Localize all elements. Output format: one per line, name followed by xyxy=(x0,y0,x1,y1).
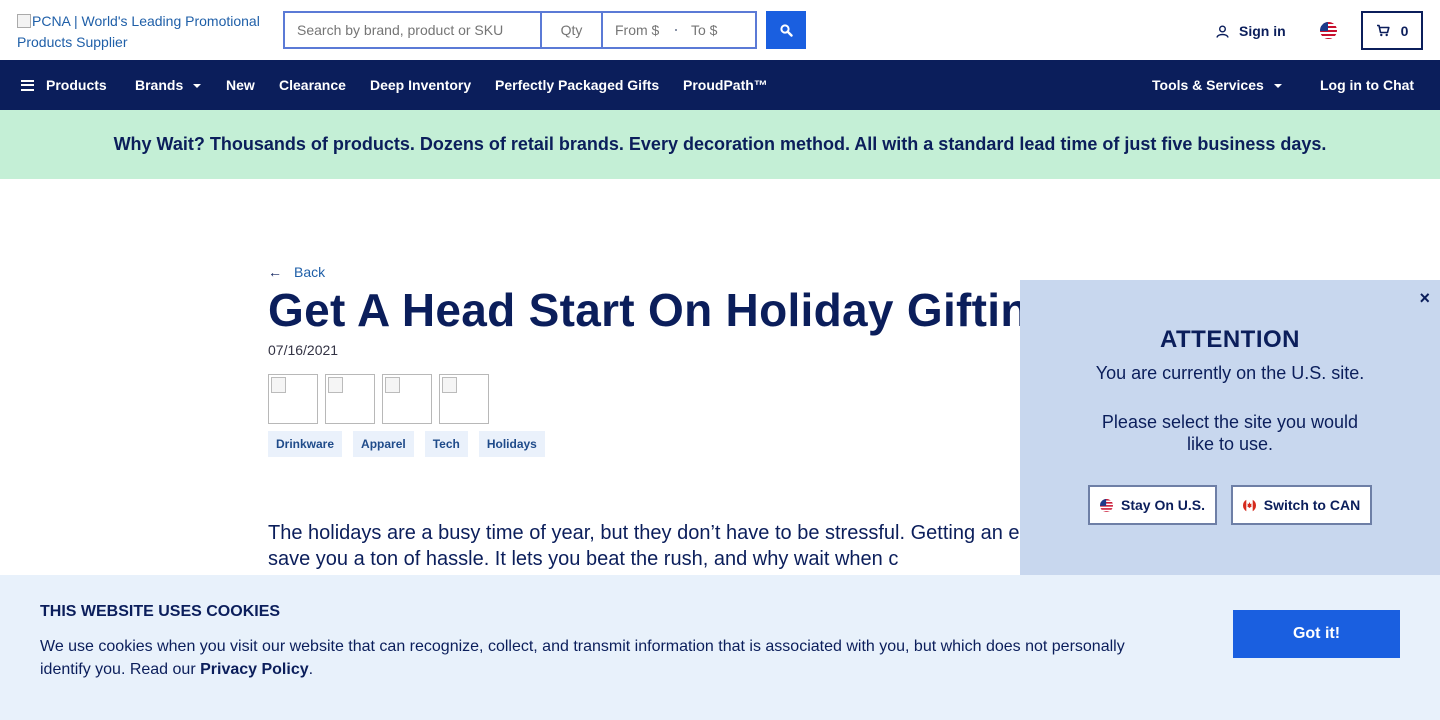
us-flag-icon xyxy=(1320,22,1337,39)
share-image-4[interactable] xyxy=(439,374,489,424)
country-selector[interactable] xyxy=(1320,22,1337,39)
cookie-text: We use cookies when you visit our websit… xyxy=(40,635,1150,681)
back-link[interactable]: ← Back xyxy=(268,264,325,280)
nav-new[interactable]: New xyxy=(226,60,255,110)
logo-alt-text: PCNA | World's Leading Promotional Produ… xyxy=(17,13,260,50)
tag-holidays[interactable]: Holidays xyxy=(478,431,545,457)
arrow-left-icon: ← xyxy=(268,264,282,280)
search-group xyxy=(283,11,757,49)
search-button[interactable] xyxy=(766,11,806,49)
chevron-down-icon xyxy=(193,84,202,88)
back-label: Back xyxy=(294,264,326,280)
nav-deep-inventory[interactable]: Deep Inventory xyxy=(370,60,471,110)
nav-proudpath[interactable]: ProudPath™ xyxy=(683,60,768,110)
cart-button[interactable]: 0 xyxy=(1361,11,1423,50)
promo-banner: Why Wait? Thousands of products. Dozens … xyxy=(0,110,1440,179)
sign-in-link[interactable]: Sign in xyxy=(1216,21,1286,41)
price-to-input[interactable] xyxy=(691,22,743,38)
us-flag-icon xyxy=(1099,498,1113,512)
tag-tech[interactable]: Tech xyxy=(424,431,468,457)
canada-flag-icon xyxy=(1242,498,1256,512)
share-icons xyxy=(268,374,489,424)
log-in-to-chat-link[interactable]: Log in to Chat xyxy=(1320,60,1414,110)
sign-in-label: Sign in xyxy=(1239,23,1286,39)
broken-image-icon xyxy=(17,14,31,28)
tag-drinkware[interactable]: Drinkware xyxy=(268,431,343,457)
stay-on-us-button[interactable]: Stay On U.S. xyxy=(1088,485,1217,525)
accept-cookies-button[interactable]: Got it! xyxy=(1233,610,1400,658)
nav-tools-label: Tools & Services xyxy=(1152,77,1264,93)
range-dash xyxy=(675,29,677,31)
share-image-1[interactable] xyxy=(268,374,318,424)
cookie-title: THIS WEBSITE USES COOKIES xyxy=(40,603,281,620)
quantity-input[interactable] xyxy=(542,13,603,47)
nav-brands-label: Brands xyxy=(135,77,184,93)
nav-clearance[interactable]: Clearance xyxy=(279,60,346,110)
close-icon[interactable]: × xyxy=(1419,288,1430,309)
page-title: Get A Head Start On Holiday Gifting xyxy=(268,284,1058,336)
price-range xyxy=(603,13,755,47)
privacy-policy-link[interactable]: Privacy Policy xyxy=(200,661,309,678)
search-icon xyxy=(779,23,793,37)
cart-count: 0 xyxy=(1400,22,1409,39)
nav-products[interactable]: Products xyxy=(21,60,107,110)
price-from-input[interactable] xyxy=(615,22,667,38)
cart-icon xyxy=(1376,24,1390,37)
top-bar: PCNA | World's Leading Promotional Produ… xyxy=(0,0,1440,60)
nav-brands[interactable]: Brands xyxy=(135,60,202,110)
tag-apparel[interactable]: Apparel xyxy=(353,431,414,457)
nav-tools-services[interactable]: Tools & Services xyxy=(1152,60,1282,110)
logo-link[interactable]: PCNA | World's Leading Promotional Produ… xyxy=(17,11,267,53)
search-input[interactable] xyxy=(285,13,542,47)
menu-icon xyxy=(21,79,34,91)
modal-title: ATTENTION xyxy=(1159,326,1301,353)
nav-perfectly-packaged-gifts[interactable]: Perfectly Packaged Gifts xyxy=(495,60,659,110)
chevron-down-icon xyxy=(1273,84,1282,88)
tag-list: Drinkware Apparel Tech Holidays xyxy=(268,431,545,457)
article-date: 07/16/2021 xyxy=(268,342,339,358)
nav-products-label: Products xyxy=(46,77,107,93)
cookie-text-end: . xyxy=(308,661,314,678)
site-selection-modal: × ATTENTION You are currently on the U.S… xyxy=(1020,280,1440,580)
switch-to-can-button[interactable]: Switch to CAN xyxy=(1231,485,1372,525)
user-icon xyxy=(1216,25,1229,38)
modal-current-site-text: You are currently on the U.S. site. xyxy=(1095,363,1365,383)
stay-on-us-label: Stay On U.S. xyxy=(1120,497,1206,513)
main-nav: Products Brands New Clearance Deep Inven… xyxy=(0,60,1440,110)
modal-select-site-text: Please select the site you would like to… xyxy=(1101,412,1359,454)
switch-to-can-label: Switch to CAN xyxy=(1263,497,1361,513)
cookie-banner: THIS WEBSITE USES COOKIES We use cookies… xyxy=(0,575,1440,720)
share-image-2[interactable] xyxy=(325,374,375,424)
share-image-3[interactable] xyxy=(382,374,432,424)
